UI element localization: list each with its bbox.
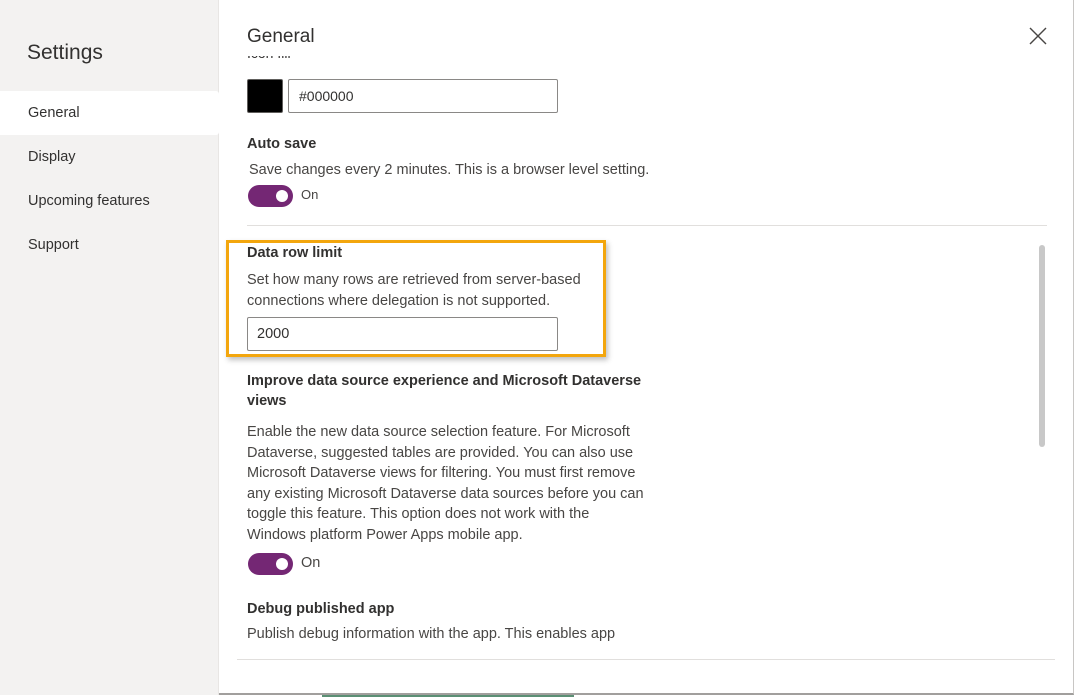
color-swatch[interactable] xyxy=(247,79,283,113)
nav-item-general[interactable]: General xyxy=(0,91,219,135)
data-row-limit-description-1: Set how many rows are retrieved from ser… xyxy=(247,272,581,288)
data-row-limit-label: Data row limit xyxy=(247,245,343,261)
settings-sidebar: Settings General Display Upcoming featur… xyxy=(0,0,219,695)
improve-data-source-toggle[interactable] xyxy=(248,553,293,575)
settings-content: Icon fill #000000 Auto save Save changes… xyxy=(220,56,1060,646)
improve-data-source-description-1: Enable the new data source selection fea… xyxy=(247,424,630,440)
section-divider xyxy=(247,225,1047,226)
improve-data-source-description-2: Dataverse, suggested tables are provided… xyxy=(247,444,634,461)
sidebar-title: Settings xyxy=(27,41,103,64)
icon-fill-label: Icon fill xyxy=(247,56,291,61)
nav-item-display[interactable]: Display xyxy=(0,135,219,179)
improve-data-source-description-6: Windows platform Power Apps mobile app. xyxy=(247,526,523,543)
footer-divider xyxy=(237,659,1055,660)
improve-data-source-label-1: Improve data source experience and Micro… xyxy=(247,373,642,389)
auto-save-description: Save changes every 2 minutes. This is a … xyxy=(249,162,650,178)
icon-fill-input[interactable]: #000000 xyxy=(288,79,558,113)
improve-data-source-description-4: any existing Microsoft Dataverse data so… xyxy=(247,485,644,502)
debug-published-app-description: Publish debug information with the app. … xyxy=(247,626,616,642)
auto-save-toggle[interactable] xyxy=(248,185,293,207)
improve-data-source-label-2: views xyxy=(247,393,287,409)
nav-item-support[interactable]: Support xyxy=(0,223,219,267)
debug-published-app-label: Debug published app xyxy=(247,601,395,617)
improve-data-source-description-3: Microsoft Dataverse views for filtering.… xyxy=(247,465,636,481)
vertical-scrollbar[interactable] xyxy=(1039,245,1045,447)
improve-data-source-description-5: toggle this feature. This option does no… xyxy=(247,506,590,522)
page-title: General xyxy=(247,26,315,47)
settings-nav: General Display Upcoming features Suppor… xyxy=(0,91,219,267)
auto-save-label: Auto save xyxy=(247,136,317,152)
data-row-limit-input[interactable]: 2000 xyxy=(247,317,558,351)
close-button[interactable] xyxy=(1026,24,1050,48)
improve-data-source-state: On xyxy=(301,555,321,571)
data-row-limit-description-2: connections where delegation is not supp… xyxy=(247,293,551,309)
toggle-knob xyxy=(276,558,288,570)
settings-dialog: Settings General Display Upcoming featur… xyxy=(0,0,1074,695)
nav-item-upcoming-features[interactable]: Upcoming features xyxy=(0,179,219,223)
toggle-knob xyxy=(276,190,288,202)
auto-save-state: On xyxy=(301,187,319,202)
close-icon xyxy=(1029,27,1047,45)
